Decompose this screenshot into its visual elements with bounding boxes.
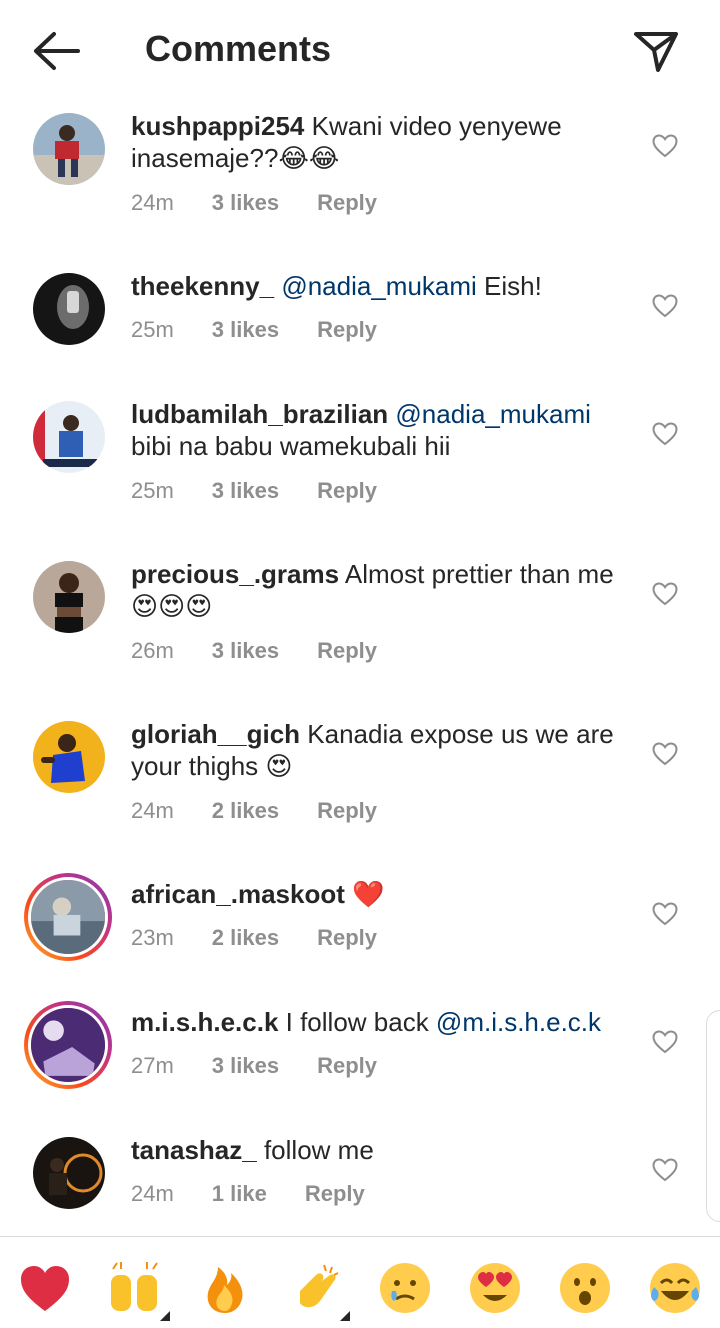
mention-link[interactable]: @m.i.s.h.e.c.k bbox=[436, 1007, 601, 1037]
mention-link[interactable]: @nadia_mukami bbox=[281, 271, 476, 301]
reply-button[interactable]: Reply bbox=[317, 190, 377, 216]
heart-eyes-emoji-icon[interactable] bbox=[468, 1261, 522, 1315]
comment-body: Almost prettier than me bbox=[339, 559, 614, 589]
comment-meta: 27m 3 likes Reply bbox=[131, 1053, 377, 1079]
comment-emojis: 😂😂 bbox=[278, 143, 340, 173]
comment-username[interactable]: african_.maskoot bbox=[131, 879, 345, 909]
comment-emojis: 😍 bbox=[265, 751, 293, 781]
avatar bbox=[28, 877, 108, 957]
reply-button[interactable]: Reply bbox=[317, 317, 377, 343]
comment-text: theekenny_ @nadia_mukami Eish! bbox=[131, 270, 631, 302]
comment-text: m.i.s.h.e.c.k I follow back @m.i.s.h.e.c… bbox=[131, 1006, 631, 1038]
red-heart-emoji-icon[interactable] bbox=[18, 1261, 72, 1315]
avatar-story-ring[interactable] bbox=[24, 1001, 112, 1089]
comment-meta: 23m 2 likes Reply bbox=[131, 925, 377, 951]
comment-body: Eish! bbox=[476, 271, 542, 301]
header: Comments bbox=[0, 0, 720, 100]
share-icon[interactable] bbox=[632, 28, 680, 74]
comment-emojis: ❤️ bbox=[352, 879, 385, 909]
comment-meta: 26m 3 likes Reply bbox=[131, 638, 377, 664]
reply-button[interactable]: Reply bbox=[317, 1053, 377, 1079]
reaction-emoji-bar bbox=[0, 1236, 720, 1328]
comment-username[interactable]: tanashaz_ bbox=[131, 1135, 257, 1165]
avatar[interactable] bbox=[33, 401, 105, 473]
clapping-hands-emoji-icon[interactable] bbox=[290, 1261, 344, 1315]
comment-time: 24m bbox=[131, 798, 174, 823]
comment-body: follow me bbox=[256, 1135, 374, 1165]
reply-button[interactable]: Reply bbox=[305, 1181, 365, 1207]
skin-tone-indicator bbox=[160, 1311, 170, 1321]
like-heart-icon[interactable] bbox=[652, 134, 678, 158]
comment-time: 24m bbox=[131, 1181, 174, 1206]
avatar bbox=[28, 1005, 108, 1085]
likes-count[interactable]: 1 like bbox=[212, 1181, 267, 1207]
skin-tone-indicator bbox=[340, 1311, 350, 1321]
page-title: Comments bbox=[145, 28, 332, 69]
comment-time: 27m bbox=[131, 1053, 174, 1078]
floating-panel-edge bbox=[706, 1010, 720, 1222]
comment-username[interactable]: theekenny_ bbox=[131, 271, 274, 301]
sad-tear-emoji-icon[interactable] bbox=[378, 1261, 432, 1315]
avatar[interactable] bbox=[33, 561, 105, 633]
comment-emojis: 😍😍😍 bbox=[131, 591, 213, 621]
reply-button[interactable]: Reply bbox=[317, 798, 377, 824]
comment-time: 24m bbox=[131, 190, 174, 215]
likes-count[interactable]: 3 likes bbox=[212, 317, 279, 343]
like-heart-icon[interactable] bbox=[652, 902, 678, 926]
comment-username[interactable]: gloriah__gich bbox=[131, 719, 300, 749]
like-heart-icon[interactable] bbox=[652, 1030, 678, 1054]
avatar[interactable] bbox=[33, 1137, 105, 1209]
comment-text: precious_.grams Almost prettier than me 😍… bbox=[131, 558, 631, 622]
comment-time: 23m bbox=[131, 925, 174, 950]
mention-link[interactable]: @nadia_mukami bbox=[395, 399, 590, 429]
like-heart-icon[interactable] bbox=[652, 742, 678, 766]
comment-text: gloriah__gich Kanadia expose us we are y… bbox=[131, 718, 631, 782]
raising-hands-emoji-icon[interactable] bbox=[107, 1261, 161, 1315]
avatar-story-ring[interactable] bbox=[24, 873, 112, 961]
like-heart-icon[interactable] bbox=[652, 1158, 678, 1182]
reply-button[interactable]: Reply bbox=[317, 925, 377, 951]
likes-count[interactable]: 3 likes bbox=[212, 190, 279, 216]
fire-emoji-icon[interactable] bbox=[198, 1261, 252, 1315]
back-arrow-icon[interactable] bbox=[30, 30, 82, 72]
like-heart-icon[interactable] bbox=[652, 422, 678, 446]
like-heart-icon[interactable] bbox=[652, 582, 678, 606]
comment-body: I follow back bbox=[278, 1007, 436, 1037]
comment-body: bibi na babu wamekubali hii bbox=[131, 431, 451, 461]
likes-count[interactable]: 3 likes bbox=[212, 1053, 279, 1079]
avatar[interactable] bbox=[33, 273, 105, 345]
comment-time: 25m bbox=[131, 478, 174, 503]
comment-meta: 25m 3 likes Reply bbox=[131, 317, 377, 343]
likes-count[interactable]: 3 likes bbox=[212, 478, 279, 504]
likes-count[interactable]: 2 likes bbox=[212, 798, 279, 824]
reply-button[interactable]: Reply bbox=[317, 478, 377, 504]
comment-username[interactable]: precious_.grams bbox=[131, 559, 339, 589]
reply-button[interactable]: Reply bbox=[317, 638, 377, 664]
comment-time: 26m bbox=[131, 638, 174, 663]
likes-count[interactable]: 3 likes bbox=[212, 638, 279, 664]
comment-username[interactable]: kushpappi254 bbox=[131, 111, 304, 141]
comment-meta: 25m 3 likes Reply bbox=[131, 478, 377, 504]
avatar[interactable] bbox=[33, 721, 105, 793]
comment-text: tanashaz_ follow me bbox=[131, 1134, 631, 1166]
comment-meta: 24m 1 like Reply bbox=[131, 1181, 365, 1207]
comment-meta: 24m 3 likes Reply bbox=[131, 190, 377, 216]
comment-username[interactable]: m.i.s.h.e.c.k bbox=[131, 1007, 278, 1037]
comment-text: ludbamilah_brazilian @nadia_mukami bibi … bbox=[131, 398, 631, 462]
tears-of-joy-emoji-icon[interactable] bbox=[648, 1261, 702, 1315]
comment-meta: 24m 2 likes Reply bbox=[131, 798, 377, 824]
comment-text: african_.maskoot ❤️ bbox=[131, 878, 631, 910]
comment-username[interactable]: ludbamilah_brazilian bbox=[131, 399, 388, 429]
likes-count[interactable]: 2 likes bbox=[212, 925, 279, 951]
comment-time: 25m bbox=[131, 317, 174, 342]
surprised-emoji-icon[interactable] bbox=[558, 1261, 612, 1315]
avatar[interactable] bbox=[33, 113, 105, 185]
like-heart-icon[interactable] bbox=[652, 294, 678, 318]
comment-text: kushpappi254 Kwani video yenyewe inasema… bbox=[131, 110, 631, 174]
